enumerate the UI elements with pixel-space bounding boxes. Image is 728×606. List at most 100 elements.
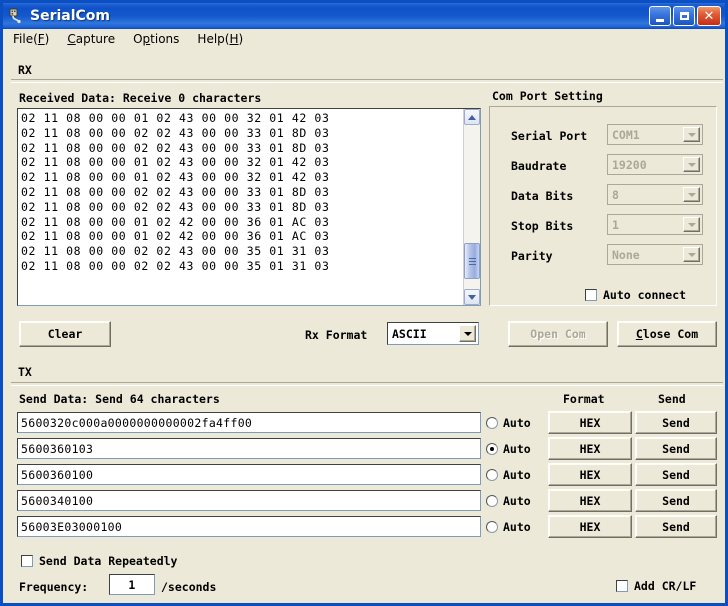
auto-connect-checkbox[interactable]: Auto connect: [585, 288, 686, 302]
send-button-2[interactable]: Send: [635, 437, 717, 460]
auto-label-4: Auto: [503, 494, 531, 508]
parity-dropdown-button[interactable]: [683, 247, 700, 262]
maximize-icon: [679, 12, 689, 20]
chevron-down-icon: [687, 222, 696, 227]
close-com-button[interactable]: Close Com: [617, 321, 717, 347]
send-button-3[interactable]: Send: [635, 463, 717, 486]
format-button-3[interactable]: HEX: [548, 463, 632, 486]
received-data-label: Received Data: Receive 0 characters: [19, 91, 262, 105]
send-data-input-5[interactable]: 56003E03000100: [17, 516, 481, 537]
stop-bits-dropdown-button[interactable]: [683, 217, 700, 232]
send-data-input-2[interactable]: 5600360103: [17, 438, 481, 459]
rx-format-value: ASCII: [392, 326, 427, 341]
radio-circle-icon: [486, 495, 498, 507]
format-button-4[interactable]: HEX: [548, 489, 632, 512]
minimize-icon: [656, 18, 664, 22]
maximize-button[interactable]: [673, 6, 695, 26]
add-crlf-check-box-icon: [616, 580, 628, 592]
add-crlf-checkbox[interactable]: Add CR/LF: [616, 579, 696, 593]
auto-radio-1[interactable]: Auto: [486, 416, 531, 430]
stop-bits-value: 1: [612, 217, 619, 232]
send-button-1[interactable]: Send: [635, 411, 717, 434]
data-bits-label: Data Bits: [511, 189, 574, 203]
serial-port-select[interactable]: COM1: [607, 124, 703, 145]
minimize-button[interactable]: [649, 6, 671, 26]
send-button-4[interactable]: Send: [635, 489, 717, 512]
format-button-1[interactable]: HEX: [548, 411, 632, 434]
send-data-input-1[interactable]: 5600320c000a0000000000002fa4ff00: [17, 412, 481, 433]
auto-label-2: Auto: [503, 442, 531, 456]
menu-item-capture[interactable]: Capture: [67, 30, 124, 48]
close-button[interactable]: ✕: [697, 6, 721, 26]
data-bits-value: 8: [612, 187, 619, 202]
serial-port-value: COM1: [612, 127, 640, 142]
menu-bar: File(F) Capture Options Help(H): [6, 29, 725, 49]
send-button-5[interactable]: Send: [635, 515, 717, 538]
chevron-down-icon: [687, 192, 696, 197]
close-com-label: Close Com: [635, 327, 699, 341]
format-column-header: Format: [563, 392, 605, 406]
auto-radio-2[interactable]: Auto: [486, 442, 531, 456]
menu-item-help[interactable]: Help(H): [197, 30, 252, 48]
received-data-textarea[interactable]: 02 11 08 00 00 01 02 43 00 00 32 01 42 0…: [17, 108, 481, 306]
add-crlf-label: Add CR/LF: [634, 579, 697, 593]
parity-label: Parity: [511, 249, 553, 263]
title-bar[interactable]: SerialCom ✕: [3, 3, 725, 29]
auto-label-1: Auto: [503, 416, 531, 430]
tx-group-label: TX: [15, 365, 35, 379]
auto-connect-label: Auto connect: [603, 288, 687, 302]
radio-circle-icon: [486, 443, 498, 455]
frequency-unit-label: /seconds: [161, 580, 217, 594]
radio-circle-icon: [486, 521, 498, 533]
scrollbar-up-button[interactable]: [464, 109, 480, 125]
serial-port-label: Serial Port: [511, 129, 588, 143]
rx-format-dropdown-button[interactable]: [459, 325, 476, 342]
serial-port-dropdown-button[interactable]: [683, 127, 700, 142]
serial-plug-icon: [7, 7, 25, 25]
baudrate-label: Baudrate: [511, 159, 567, 173]
clear-button[interactable]: Clear: [19, 321, 111, 347]
scrollbar-down-button[interactable]: [464, 289, 480, 305]
stop-bits-select[interactable]: 1: [607, 214, 703, 235]
send-repeatedly-checkbox[interactable]: Send Data Repeatedly: [21, 554, 177, 568]
tx-group-separator: [11, 382, 723, 386]
scroll-up-arrow-icon: [468, 114, 476, 120]
menu-item-options[interactable]: Options: [133, 30, 188, 48]
chevron-down-icon: [687, 252, 696, 257]
send-data-input-3[interactable]: 5600360100: [17, 464, 481, 485]
parity-select[interactable]: None: [607, 244, 703, 265]
auto-radio-4[interactable]: Auto: [486, 494, 531, 508]
data-bits-select[interactable]: 8: [607, 184, 703, 205]
com-port-group-label: Com Port Setting: [489, 89, 606, 103]
radio-circle-icon: [486, 417, 498, 429]
chevron-down-icon: [687, 132, 696, 137]
auto-radio-3[interactable]: Auto: [486, 468, 531, 482]
frequency-label: Frequency:: [19, 580, 89, 594]
data-bits-dropdown-button[interactable]: [683, 187, 700, 202]
radio-selected-dot-icon: [490, 447, 494, 451]
send-data-label: Send Data: Send 64 characters: [19, 392, 220, 406]
chevron-down-icon: [463, 331, 472, 336]
rx-vertical-scrollbar[interactable]: [463, 109, 480, 305]
stop-bits-label: Stop Bits: [511, 219, 574, 233]
format-button-2[interactable]: HEX: [548, 437, 632, 460]
serialcom-window: SerialCom ✕ File(F) Capture Options Help…: [0, 0, 728, 606]
send-data-input-4[interactable]: 5600340100: [17, 490, 481, 511]
parity-value: None: [612, 247, 640, 262]
send-repeatedly-label: Send Data Repeatedly: [39, 554, 178, 568]
auto-radio-5[interactable]: Auto: [486, 520, 531, 534]
format-button-5[interactable]: HEX: [548, 515, 632, 538]
rx-format-select[interactable]: ASCII: [387, 322, 479, 345]
scroll-down-arrow-icon: [468, 294, 476, 300]
open-com-label: Open Com: [530, 327, 586, 341]
auto-label-5: Auto: [503, 520, 531, 534]
radio-circle-icon: [486, 469, 498, 481]
open-com-button[interactable]: Open Com: [508, 321, 608, 347]
window-buttons: ✕: [649, 6, 721, 26]
menu-item-file[interactable]: File(F): [13, 30, 58, 48]
baudrate-dropdown-button[interactable]: [683, 157, 700, 172]
baudrate-select[interactable]: 19200: [607, 154, 703, 175]
frequency-input[interactable]: 1: [109, 574, 155, 595]
scrollbar-thumb[interactable]: [464, 243, 480, 279]
scrollbar-grip-icon: [468, 257, 476, 265]
